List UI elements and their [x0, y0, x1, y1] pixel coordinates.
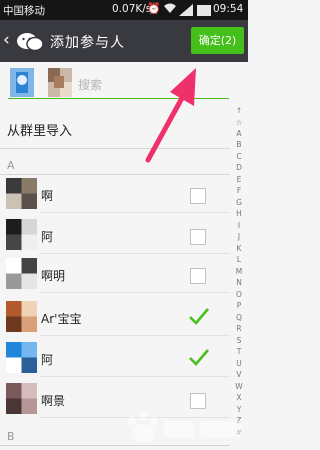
select-checkbox[interactable] — [190, 229, 206, 245]
contact-name: 啊景 — [41, 394, 66, 408]
avatar-pixel — [21, 258, 37, 274]
avatar-pixel — [6, 398, 22, 414]
avatar-pixel — [6, 273, 22, 289]
import-from-group-button[interactable]: 从群里导入 — [7, 120, 72, 139]
index-letter[interactable]: B — [230, 140, 248, 149]
checked-checkmark-icon[interactable] — [188, 306, 210, 326]
carrier-name: 中国移动 — [3, 5, 45, 17]
avatar-pixel — [6, 258, 22, 274]
avatar-pixel — [21, 398, 37, 414]
index-letter[interactable]: K — [230, 244, 248, 253]
avatar-pixel — [21, 273, 37, 289]
index-letter[interactable]: ☆ — [230, 118, 248, 127]
contact-name: 啊明 — [41, 269, 66, 283]
index-letter[interactable]: V — [230, 370, 248, 379]
avatar-pixel — [6, 301, 22, 317]
avatar-pixel — [21, 178, 37, 194]
contact-avatar — [6, 258, 37, 289]
wechat-logo-icon — [17, 33, 44, 52]
avatar-pixel — [21, 342, 37, 358]
selected-avatar[interactable] — [48, 68, 72, 97]
avatar-pixel — [6, 342, 22, 358]
avatar-pixel — [21, 219, 37, 235]
annotation-arrow-icon — [145, 68, 196, 163]
index-letter[interactable]: J — [230, 232, 248, 241]
avatar-pixel — [21, 316, 37, 332]
contact-name: 阿 — [41, 230, 54, 244]
contact-name: Ar'宝宝 — [41, 312, 82, 326]
status-bar: 中国移动 0.07K/s ⏰ 09:54 — [0, 0, 248, 20]
index-letter[interactable]: L — [230, 255, 248, 264]
index-letter[interactable]: R — [230, 324, 248, 333]
divider — [40, 253, 230, 254]
avatar-pixel — [6, 219, 22, 235]
avatar-pixel — [21, 193, 37, 209]
section-header-a: A — [7, 159, 15, 172]
index-letter[interactable]: T — [230, 347, 248, 356]
index-letter[interactable]: P — [230, 301, 248, 310]
avatar-pixel — [6, 193, 22, 209]
index-letter[interactable]: U — [230, 359, 248, 368]
contact-avatar — [6, 342, 37, 373]
index-letter[interactable]: I — [230, 221, 248, 230]
contact-avatar — [6, 219, 37, 250]
avatar-pixel — [6, 316, 22, 332]
avatar-pixel — [21, 383, 37, 399]
avatar-pixel — [6, 357, 22, 373]
index-letter[interactable]: N — [230, 278, 248, 287]
contact-avatar — [6, 178, 37, 209]
baidu-jingyan-watermark-icon — [128, 411, 242, 442]
index-letter[interactable]: G — [230, 198, 248, 207]
selected-avatar[interactable] — [10, 68, 34, 97]
index-letter[interactable]: ↑ — [230, 106, 248, 115]
index-letter[interactable]: A — [230, 129, 248, 138]
avatar-pixel — [21, 357, 37, 373]
network-speed: 0.07K/s — [112, 3, 152, 15]
divider — [40, 335, 230, 336]
alphabet-index-bar[interactable]: ↑ ☆ A B C D E F G H I J K L M N O P Q R … — [230, 102, 248, 450]
divider — [0, 174, 230, 175]
select-checkbox[interactable] — [190, 268, 206, 284]
index-letter[interactable]: M — [230, 267, 248, 276]
contact-row[interactable]: 阿 — [0, 219, 230, 254]
contact-row[interactable]: 阿 — [0, 342, 230, 377]
avatar-pixel — [21, 234, 37, 250]
search-input[interactable]: 搜索 — [78, 76, 102, 93]
contact-row[interactable]: 啊 — [0, 178, 230, 213]
signal-icon — [179, 4, 193, 16]
contact-row[interactable]: Ar'宝宝 — [0, 301, 230, 336]
divider — [40, 376, 230, 377]
battery-icon — [197, 5, 211, 16]
avatar-pixel — [21, 301, 37, 317]
back-icon[interactable]: ‹ — [3, 30, 10, 50]
contact-avatar — [6, 301, 37, 332]
index-letter[interactable]: C — [230, 152, 248, 161]
avatar-pixel — [6, 383, 22, 399]
avatar-pixel — [6, 234, 22, 250]
contact-row[interactable]: 啊明 — [0, 258, 230, 293]
select-checkbox[interactable] — [190, 188, 206, 204]
status-time: 09:54 — [213, 3, 244, 15]
divider — [40, 212, 230, 213]
contact-avatar — [6, 383, 37, 414]
page-title: 添加参与人 — [50, 35, 125, 51]
index-letter[interactable]: S — [230, 336, 248, 345]
index-letter[interactable]: E — [230, 175, 248, 184]
index-letter[interactable]: Q — [230, 313, 248, 322]
alarm-icon: ⏰ — [147, 2, 161, 15]
index-letter[interactable]: D — [230, 163, 248, 172]
index-letter[interactable]: O — [230, 290, 248, 299]
avatar-pixel — [6, 178, 22, 194]
confirm-button[interactable]: 确定(2) — [191, 27, 244, 54]
contact-name: 啊 — [41, 189, 54, 203]
divider — [40, 292, 230, 293]
index-letter[interactable]: X — [230, 393, 248, 402]
checked-checkmark-icon[interactable] — [188, 347, 210, 367]
wifi-icon — [164, 3, 176, 13]
index-letter[interactable]: W — [230, 382, 248, 391]
index-letter[interactable]: H — [230, 209, 248, 218]
contact-name: 阿 — [41, 353, 54, 367]
index-letter[interactable]: F — [230, 186, 248, 195]
section-header-b: B — [7, 430, 15, 443]
